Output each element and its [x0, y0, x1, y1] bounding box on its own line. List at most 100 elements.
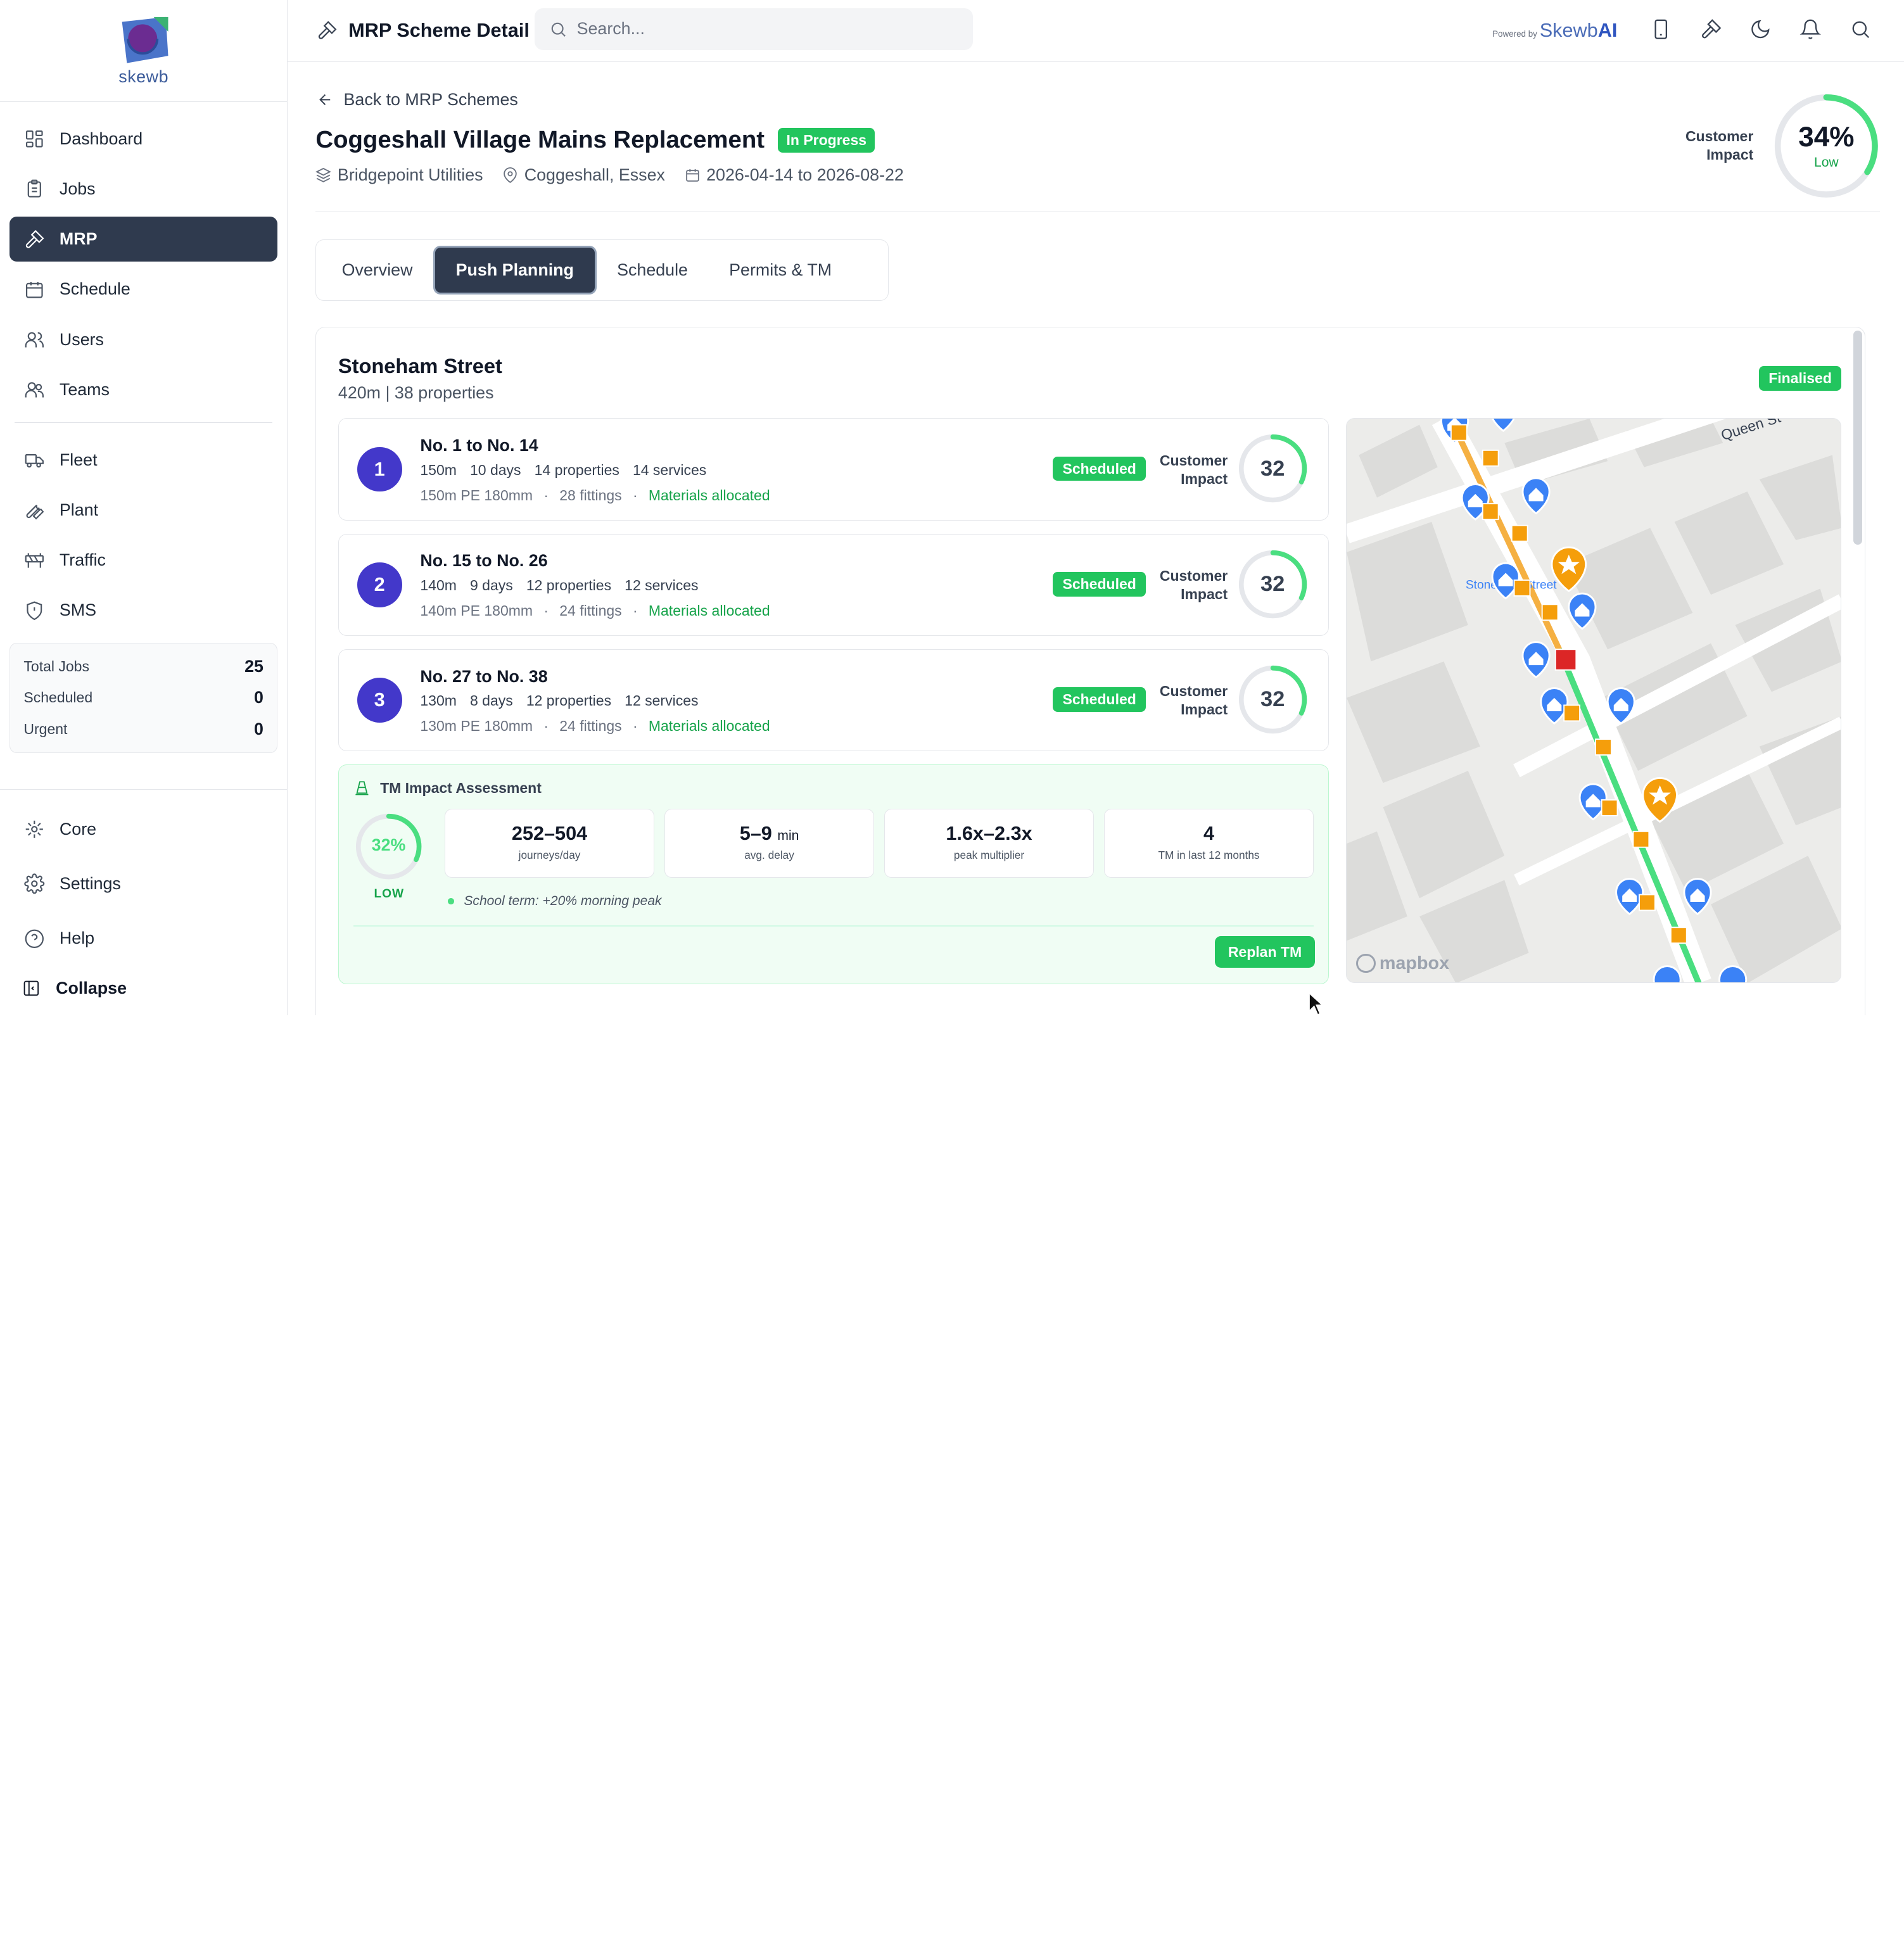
push-pipe: 150m PE 180mm [420, 486, 533, 504]
nav-schedule[interactable]: Schedule [10, 267, 277, 312]
push-fittings: 24 fittings [559, 718, 622, 735]
tm-metric-number: 1.6x–2.3x [946, 822, 1032, 844]
tm-metric-number: 252–504 [511, 822, 588, 844]
push-customer-impact-gauge: 32 [1238, 433, 1308, 504]
tm-metric-number: 4 [1203, 822, 1215, 844]
customer-impact-gauge: 34% Low [1773, 92, 1880, 200]
separator-dot: · [632, 486, 638, 504]
push-title: No. 1 to No. 14 [420, 436, 538, 455]
nav-sms[interactable]: SMS [10, 588, 277, 633]
nav-users[interactable]: Users [10, 317, 277, 362]
push-stats: 150m 10 days 14 properties 14 services [420, 462, 706, 479]
tm-metric-card: 5–9 min avg. delay [664, 808, 875, 878]
stat-value: 0 [254, 688, 263, 707]
materials-status: Materials allocated [648, 718, 770, 735]
push-number: 1 [357, 447, 402, 492]
back-link-label: Back to MRP Schemes [343, 89, 518, 109]
materials-status: Materials allocated [648, 602, 770, 619]
tm-metric-label: TM in last 12 months [1158, 848, 1260, 861]
main-nav: Dashboard Jobs MRP Schedule Users Teams [0, 102, 287, 633]
tm-impact-header: TM Impact Assessment [353, 780, 542, 797]
push-length: 130m [420, 692, 457, 709]
push-card[interactable]: 3 No. 27 to No. 38 130m 8 days 12 proper… [338, 649, 1330, 751]
nav-teams[interactable]: Teams [10, 367, 277, 412]
scheme-meta: Bridgepoint Utilities Coggeshall, Essex … [315, 165, 904, 185]
scheme-tabs: Overview Push Planning Schedule Permits … [315, 239, 889, 301]
nav-divider [14, 422, 273, 423]
tm-impact-assessment: TM Impact Assessment 32% LOW 252–504 jou… [338, 764, 1330, 984]
push-status-badge: Scheduled [1053, 572, 1146, 597]
nav-core-label: Core [59, 819, 97, 839]
push-materials: 130m PE 180mm · 24 fittings · Materials al… [420, 718, 770, 735]
push-materials: 150m PE 180mm · 28 fittings · Materials al… [420, 487, 770, 504]
stat-urgent: Urgent 0 [23, 714, 263, 745]
tm-metric-label: journeys/day [518, 848, 581, 861]
tm-impact-title: TM Impact Assessment [380, 779, 542, 796]
meta-client-text: Bridgepoint Utilities [337, 165, 483, 184]
top-bar: MRP Scheme Detail Powered by SkewbAI [288, 0, 1904, 62]
push-customer-impact-label: Customer Impact [1159, 567, 1228, 603]
nav-help[interactable]: Help [10, 916, 277, 961]
street-map[interactable]: Queen St Stoneham Street mapbox [1346, 418, 1842, 983]
nav-plant[interactable]: Plant [10, 488, 277, 533]
search-input[interactable] [576, 19, 941, 39]
push-pipe: 130m PE 180mm [420, 718, 533, 735]
push-days: 9 days [469, 576, 513, 593]
back-link[interactable]: Back to MRP Schemes [317, 90, 518, 110]
teams-icon [25, 382, 44, 398]
bell-icon[interactable] [1799, 18, 1822, 41]
app-root: skewb Dashboard Jobs MRP Schedule Users [0, 0, 1904, 1015]
nav-mrp[interactable]: MRP [10, 217, 278, 262]
shield-icon [27, 601, 42, 620]
dashboard-icon [26, 130, 43, 148]
push-pipe: 140m PE 180mm [420, 602, 533, 619]
nav-jobs-label: Jobs [59, 179, 96, 199]
push-stats: 130m 8 days 12 properties 12 services [420, 692, 698, 709]
push-services: 12 services [625, 576, 699, 593]
nav-dashboard[interactable]: Dashboard [10, 117, 277, 162]
tm-divider [353, 925, 1314, 927]
brand-logo[interactable]: skewb [0, 0, 288, 103]
mouse-cursor-icon [1308, 992, 1324, 1015]
push-card[interactable]: 2 No. 15 to No. 26 140m 9 days 12 proper… [338, 533, 1330, 636]
tab-overview[interactable]: Overview [321, 246, 433, 295]
nav-jobs[interactable]: Jobs [10, 167, 277, 212]
page-header-title: MRP Scheme Detail [317, 20, 530, 42]
moon-icon[interactable] [1749, 18, 1772, 41]
stat-total-jobs: Total Jobs 25 [23, 650, 263, 682]
nav-fleet[interactable]: Fleet [10, 438, 277, 483]
phone-icon[interactable] [1650, 18, 1672, 41]
nav-settings[interactable]: Settings [10, 861, 277, 906]
separator-dot: · [543, 486, 549, 504]
tm-metric-card: 252–504 journeys/day [444, 808, 655, 878]
collapse-sidebar-button[interactable]: Collapse [22, 979, 127, 998]
topbar-actions [1650, 18, 1871, 41]
tab-schedule[interactable]: Schedule [597, 246, 709, 295]
map-pin-icon [504, 167, 517, 183]
mapbox-attribution[interactable]: mapbox [1356, 953, 1449, 974]
search-box[interactable] [534, 8, 973, 50]
tm-impact-level: LOW [374, 887, 405, 901]
nav-dashboard-label: Dashboard [59, 129, 143, 148]
search-icon[interactable] [1850, 18, 1872, 41]
hammer-icon[interactable] [1700, 18, 1722, 41]
nav-mrp-label: MRP [59, 229, 98, 249]
push-card[interactable]: 1 No. 1 to No. 14 150m 10 days 14 proper… [338, 418, 1330, 521]
nav-core[interactable]: Core [10, 807, 277, 852]
page-title: Coggeshall Village Mains Replacement [315, 126, 765, 154]
powered-brand-ai: AI [1597, 19, 1618, 41]
panel-scrollbar[interactable] [1853, 331, 1862, 545]
tab-push-planning[interactable]: Push Planning [433, 246, 597, 295]
powered-brand-name: Skewb [1539, 19, 1598, 41]
stat-label: Scheduled [23, 689, 93, 706]
tm-impact-value: 32% [371, 835, 406, 855]
nav-schedule-label: Schedule [59, 279, 130, 299]
tm-metric-value: 4 [1105, 823, 1314, 845]
scheme-title-row: Coggeshall Village Mains Replacement In … [315, 126, 875, 154]
nav-traffic[interactable]: Traffic [10, 538, 277, 583]
separator-dot: · [543, 602, 549, 619]
tab-permits-tm[interactable]: Permits & TM [709, 246, 853, 295]
search-icon [551, 22, 566, 37]
replan-tm-button[interactable]: Replan TM [1214, 936, 1316, 968]
push-number: 2 [357, 562, 402, 607]
